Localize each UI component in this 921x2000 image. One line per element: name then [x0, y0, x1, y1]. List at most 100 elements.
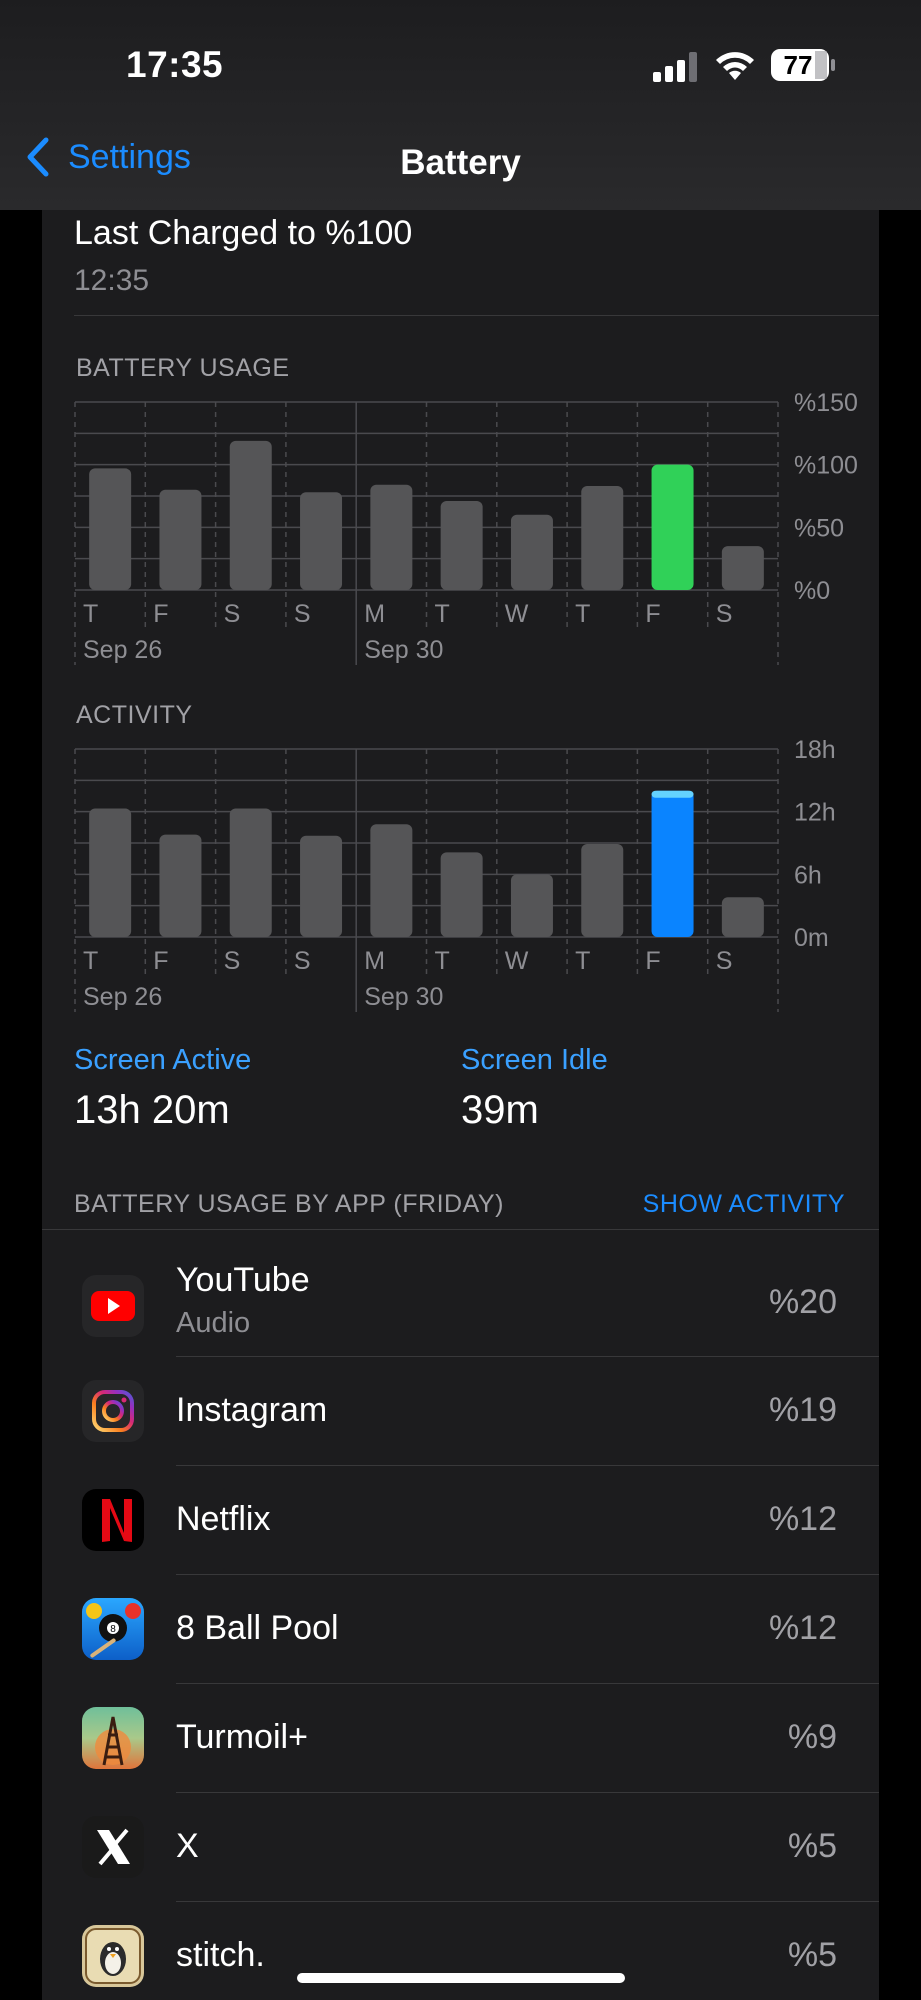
x-tick-label: W	[505, 600, 529, 628]
x-tick-label: S	[716, 947, 733, 975]
bar	[510, 514, 553, 590]
show-activity-button[interactable]: SHOW ACTIVITY	[643, 1190, 845, 1219]
app-row-youtube[interactable]: YouTube Audio %20	[42, 1229, 879, 1357]
app-row-8-ball-pool[interactable]: 8 8 Ball Pool %12	[42, 1575, 879, 1684]
netflix-icon	[82, 1489, 144, 1551]
app-row-netflix[interactable]: Netflix %12	[42, 1466, 879, 1575]
wifi-icon	[716, 52, 754, 80]
y-tick-label: 18h	[794, 737, 836, 764]
instagram-icon	[82, 1380, 144, 1442]
status-time: 17:35	[126, 44, 224, 85]
bar	[159, 834, 202, 937]
bar	[229, 440, 272, 590]
x-tick-label: M	[364, 600, 385, 628]
x-tick-label: T	[435, 600, 450, 628]
bar	[159, 489, 202, 590]
y-tick-label: 12h	[794, 799, 836, 827]
battery-usage-chart[interactable]: %150 %100 %50 %0 T F S S M T W T F S Sep 26 Sep 30	[42, 390, 879, 690]
x-tick-label: S	[716, 600, 733, 628]
bar	[300, 492, 343, 590]
app-name: Turmoil+	[176, 1718, 308, 1756]
x-tick-label: T	[83, 947, 98, 975]
app-name: YouTube	[176, 1261, 310, 1299]
x-tick-label: T	[435, 947, 450, 975]
battery-icon: 77	[770, 48, 836, 82]
app-percentage: %19	[768, 1391, 837, 1429]
screen-idle-label: Screen Idle	[461, 1044, 608, 1076]
cellular-signal-icon	[653, 52, 697, 82]
date-label: Sep 26	[83, 636, 162, 664]
bar-cap	[651, 790, 694, 798]
bar	[89, 468, 132, 590]
app-name: 8 Ball Pool	[176, 1609, 339, 1647]
bar	[581, 844, 624, 937]
top-bar: 17:35 77 Settings Battery	[0, 0, 921, 210]
bar	[651, 464, 694, 590]
battery-usage-label: BATTERY USAGE	[76, 354, 290, 382]
bar	[510, 874, 553, 937]
x-icon	[82, 1816, 144, 1878]
x-tick-label: F	[153, 600, 168, 628]
battery-card: Last Charged to %100 12:35 BATTERY USAGE…	[42, 210, 879, 2000]
y-tick-label: 0m	[794, 924, 829, 952]
x-tick-label: T	[575, 947, 590, 975]
bar	[651, 790, 694, 937]
x-tick-label: M	[364, 947, 385, 975]
app-row-stitch[interactable]: stitch. %5	[42, 1902, 879, 2000]
bar	[721, 546, 764, 590]
x-tick-label: F	[645, 600, 660, 628]
bar	[370, 824, 413, 937]
x-tick-label: F	[153, 947, 168, 975]
app-percentage: %12	[768, 1500, 837, 1538]
screen-active-label: Screen Active	[74, 1044, 252, 1076]
screen-idle-value: 39m	[461, 1088, 539, 1132]
bar	[581, 485, 624, 590]
youtube-icon	[82, 1275, 144, 1337]
screen-active-value: 13h 20m	[74, 1088, 230, 1132]
x-tick-label: S	[224, 947, 241, 975]
y-tick-label: %100	[794, 452, 858, 480]
bar	[440, 501, 483, 590]
x-tick-label: S	[224, 600, 241, 628]
bar	[229, 808, 272, 937]
divider	[74, 315, 879, 316]
x-tick-label: W	[505, 947, 529, 975]
activity-chart[interactable]: 18h 12h 6h 0m T F S S M T W T F S Sep 26 Sep 30	[42, 737, 879, 1037]
date-label: Sep 30	[364, 983, 443, 1011]
svg-text:8: 8	[110, 1624, 116, 1635]
8-ball-pool-icon: 8	[82, 1598, 144, 1660]
app-row-x[interactable]: X %5	[42, 1793, 879, 1902]
app-percentage: %5	[787, 1936, 837, 1974]
app-name: Netflix	[176, 1500, 271, 1538]
x-tick-label: F	[645, 947, 660, 975]
app-name: X	[176, 1827, 199, 1865]
turmoil-icon	[82, 1707, 144, 1769]
stitch-icon	[82, 1925, 144, 1987]
x-tick-label: T	[83, 600, 98, 628]
app-row-instagram[interactable]: Instagram %19	[42, 1357, 879, 1466]
app-percentage: %12	[768, 1609, 837, 1647]
date-label: Sep 30	[364, 636, 443, 664]
page-title: Battery	[400, 143, 521, 182]
usage-by-app-label: BATTERY USAGE BY APP (FRIDAY)	[74, 1190, 504, 1218]
bar	[440, 852, 483, 937]
app-percentage: %9	[787, 1718, 837, 1756]
last-charged-title: Last Charged to %100	[74, 214, 413, 252]
bar	[370, 484, 413, 590]
y-tick-label: %0	[794, 577, 830, 605]
home-indicator[interactable]	[297, 1973, 625, 1983]
app-name: Instagram	[176, 1391, 328, 1429]
app-percentage: %5	[787, 1827, 837, 1865]
bar	[89, 808, 132, 937]
y-tick-label: %50	[794, 514, 844, 542]
x-tick-label: S	[294, 947, 311, 975]
x-tick-label: T	[575, 600, 590, 628]
last-charged-time: 12:35	[74, 264, 150, 297]
app-name: stitch.	[176, 1936, 265, 1974]
x-tick-label: S	[294, 600, 311, 628]
date-label: Sep 26	[83, 983, 162, 1011]
battery-level-text: 77	[783, 50, 813, 80]
y-tick-label: 6h	[794, 861, 822, 889]
app-subtitle: Audio	[176, 1307, 251, 1339]
app-row-turmoil[interactable]: Turmoil+ %9	[42, 1684, 879, 1793]
